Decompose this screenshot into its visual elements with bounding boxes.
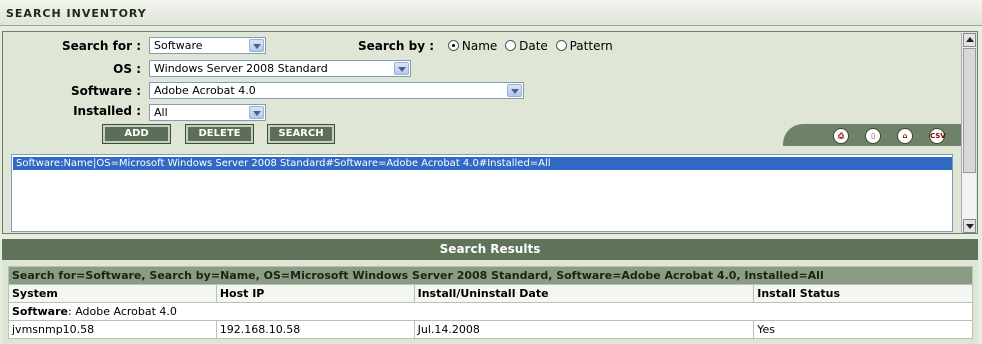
cell-status: Yes	[753, 320, 973, 339]
installed-label: Installed :	[73, 104, 141, 118]
chevron-down-icon[interactable]	[394, 62, 409, 75]
cell-date: Jul.14.2008	[413, 320, 755, 339]
search-for-value: Software	[154, 39, 203, 52]
chevron-down-icon[interactable]	[507, 84, 522, 97]
col-install-date: Install/Uninstall Date	[413, 284, 755, 303]
cell-system: jvmsnmp10.58	[8, 320, 217, 339]
search-by-group: Search by : Name Date Pattern	[358, 39, 617, 53]
results-table: Search for=Software, Search by=Name, OS=…	[8, 266, 973, 339]
summary-text: Search for=Software, Search by=Name, OS=…	[8, 266, 973, 285]
installed-select[interactable]: All	[149, 104, 266, 121]
radio-pattern-label: Pattern	[569, 39, 613, 53]
list-item[interactable]: Software:Name|OS=Microsoft Windows Serve…	[13, 157, 952, 170]
software-value: Adobe Acrobat 4.0	[154, 84, 256, 97]
summary-row: Search for=Software, Search by=Name, OS=…	[8, 266, 973, 285]
group-cell: Software: Adobe Acrobat 4.0	[8, 302, 973, 321]
search-for-select[interactable]: Software	[149, 37, 266, 54]
scroll-down-icon[interactable]	[963, 219, 976, 233]
os-label: OS :	[113, 62, 141, 76]
scroll-up-icon[interactable]	[963, 33, 976, 47]
search-by-label: Search by :	[358, 39, 435, 53]
home-icon[interactable]: ⌂	[897, 128, 913, 144]
group-label: Software	[12, 305, 68, 318]
col-install-status: Install Status	[753, 284, 973, 303]
col-host-ip: Host IP	[215, 284, 415, 303]
delete-button[interactable]: DELETE	[185, 124, 254, 144]
radio-date-label: Date	[519, 39, 548, 53]
results-panel: Search for=Software, Search by=Name, OS=…	[2, 260, 978, 344]
results-header: Search Results	[2, 239, 978, 260]
radio-pattern[interactable]: Pattern	[555, 39, 613, 53]
csv-icon[interactable]: CSV	[929, 128, 946, 144]
scrollbar[interactable]	[961, 33, 976, 233]
chevron-down-icon[interactable]	[249, 39, 264, 52]
search-button[interactable]: SEARCH	[267, 124, 335, 144]
scroll-thumb[interactable]	[963, 48, 976, 173]
page-title: SEARCH INVENTORY	[6, 7, 147, 20]
query-list[interactable]: Software:Name|OS=Microsoft Windows Serve…	[11, 154, 953, 232]
group-row: Software: Adobe Acrobat 4.0	[8, 302, 973, 321]
radio-selected-icon[interactable]	[447, 40, 459, 51]
add-button[interactable]: ADD	[102, 124, 171, 144]
os-select[interactable]: Windows Server 2008 Standard	[149, 60, 411, 77]
software-select[interactable]: Adobe Acrobat 4.0	[149, 82, 524, 99]
title-bar: SEARCH INVENTORY	[0, 0, 982, 26]
os-value: Windows Server 2008 Standard	[154, 62, 328, 75]
radio-date[interactable]: Date	[505, 39, 548, 53]
pdf-icon[interactable]: ▯	[865, 128, 881, 144]
col-system: System	[8, 284, 217, 303]
chevron-down-icon[interactable]	[249, 106, 264, 119]
installed-value: All	[154, 106, 168, 119]
table-row[interactable]: jvmsnmp10.58 192.168.10.58 Jul.14.2008 Y…	[8, 320, 973, 339]
group-value: : Adobe Acrobat 4.0	[68, 305, 177, 318]
radio-name[interactable]: Name	[447, 39, 498, 53]
search-for-label: Search for :	[62, 39, 141, 53]
search-panel: Search for : Software Search by : Name D…	[2, 31, 978, 234]
table-header-row: System Host IP Install/Uninstall Date In…	[8, 284, 973, 303]
radio-name-label: Name	[461, 39, 498, 53]
software-label: Software :	[70, 84, 141, 98]
cell-host-ip: 192.168.10.58	[215, 320, 415, 339]
print-icon[interactable]: ⎙	[833, 128, 849, 144]
radio-icon[interactable]	[555, 40, 567, 51]
radio-icon[interactable]	[505, 40, 517, 51]
